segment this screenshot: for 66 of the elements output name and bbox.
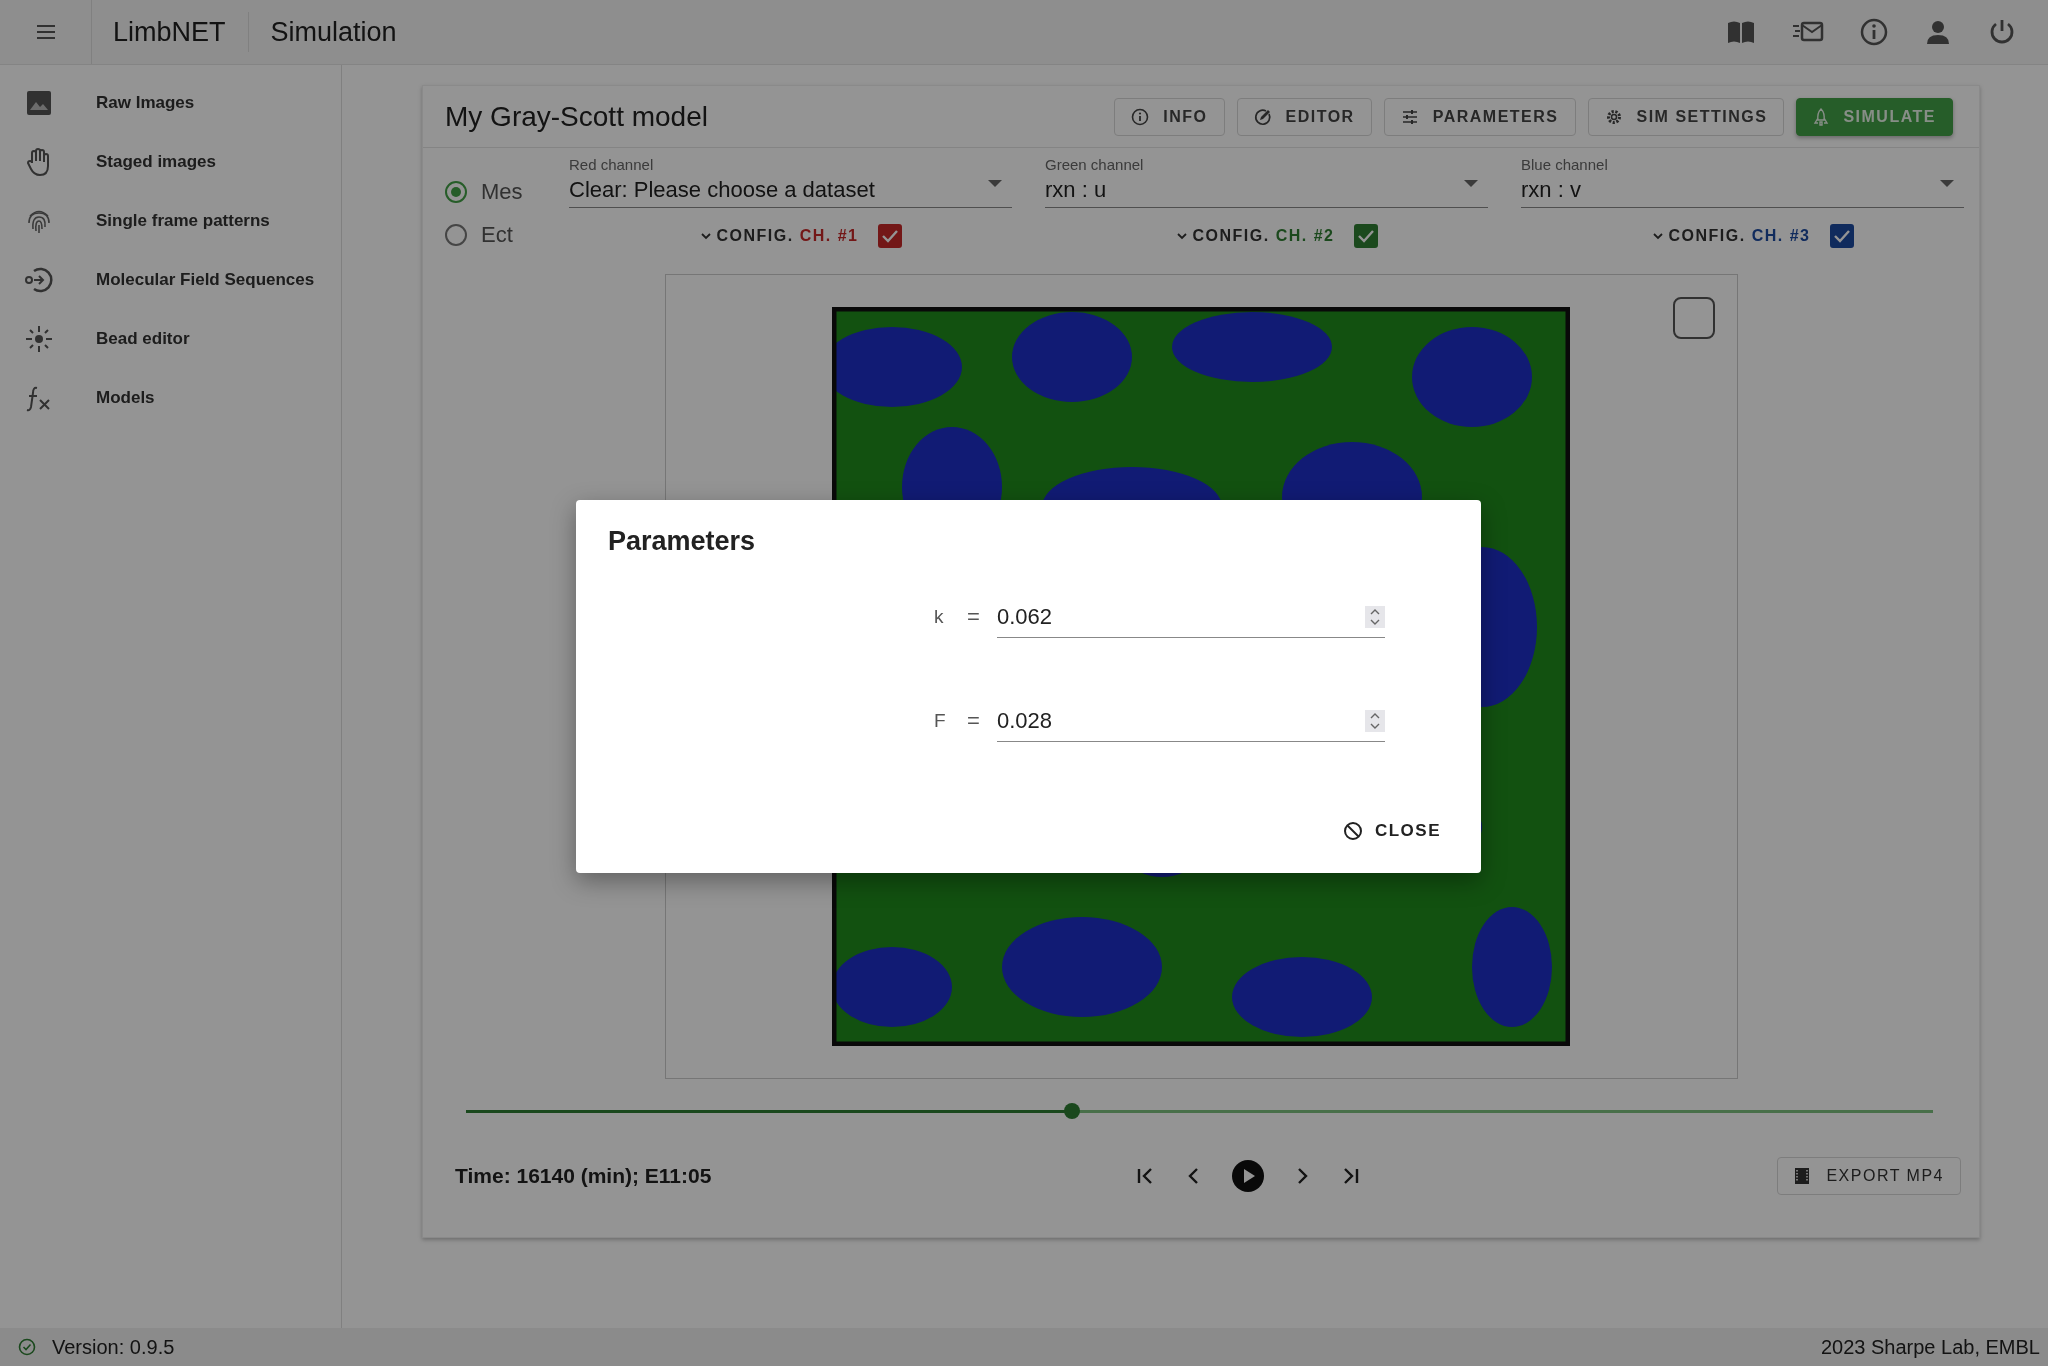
timeline-slider[interactable] <box>466 1103 1933 1119</box>
dropdown-caret-icon <box>988 180 1002 188</box>
dialog-title: Parameters <box>608 526 757 557</box>
sidebar-item[interactable]: Single frame patterns <box>0 191 341 250</box>
chevron-down-icon <box>700 232 711 240</box>
dropdown-caret-icon <box>1464 180 1478 188</box>
sidebar-item[interactable]: Bead editor <box>0 309 341 368</box>
toolbar-button[interactable]: PARAMETERS <box>1383 97 1576 136</box>
sidebar-item[interactable]: Staged images <box>0 132 341 191</box>
checkmark-icon <box>881 229 900 243</box>
check-circle-icon <box>18 1338 36 1356</box>
sidebar-item[interactable]: Raw Images <box>0 73 341 132</box>
parameter-name: k <box>934 606 945 628</box>
rocket-icon <box>1813 107 1830 126</box>
toolbar-button[interactable]: EDITOR <box>1236 97 1372 136</box>
checkmark-icon <box>1833 229 1852 243</box>
toolbar-button[interactable]: INFO <box>1114 97 1225 136</box>
channel-select[interactable]: Blue channel rxn : v <box>1521 148 1964 208</box>
info-icon <box>1131 107 1150 126</box>
spinner-icon[interactable] <box>1365 605 1385 628</box>
model-title: My Gray-Scott model <box>445 100 708 133</box>
parameter-name: F <box>934 710 947 732</box>
user-icon[interactable] <box>1924 18 1952 46</box>
channel-select[interactable]: Red channel Clear: Please choose a dataset <box>569 148 1012 208</box>
number-input[interactable]: 0.062 <box>997 596 1385 638</box>
radio-option[interactable]: Ect <box>445 213 569 256</box>
dropdown-caret-icon <box>1940 180 1954 188</box>
frame-checkbox[interactable] <box>1672 297 1715 339</box>
number-input[interactable]: 0.028 <box>997 700 1385 742</box>
config-toggle[interactable]: CONFIG. CH. #1 <box>694 226 865 246</box>
time-readout: Time: 16140 (min); E11:05 <box>455 1164 713 1188</box>
checkmark-icon <box>1357 229 1376 243</box>
chevron-down-icon <box>1652 232 1663 240</box>
circle-arrow-icon <box>24 265 54 294</box>
sidebar-item[interactable]: Models <box>0 368 341 427</box>
export-button[interactable]: EXPORT MP4 <box>1777 1157 1961 1195</box>
bead-icon <box>24 324 54 353</box>
radio-option[interactable]: Mes <box>445 170 569 213</box>
version-text: Version: 0.9.5 <box>52 1335 175 1359</box>
toolbar-button[interactable]: SIM SETTINGS <box>1587 97 1785 136</box>
book-icon[interactable] <box>1726 19 1756 45</box>
credit-text: 2023 Sharpe Lab, EMBL <box>1820 1335 2040 1359</box>
app-title: LimbNET <box>92 12 249 52</box>
mail-icon[interactable] <box>1792 20 1824 44</box>
channel-checkbox[interactable] <box>1830 224 1855 248</box>
equals-sign: = <box>967 604 981 630</box>
page-title: Simulation <box>269 16 397 48</box>
play-icon[interactable] <box>1231 1159 1265 1193</box>
info-icon[interactable] <box>1860 18 1888 46</box>
cancel-icon <box>1342 821 1363 841</box>
config-toggle[interactable]: CONFIG. CH. #2 <box>1170 226 1341 246</box>
spinner-icon[interactable] <box>1365 709 1385 732</box>
channel-select[interactable]: Green channel rxn : u <box>1045 148 1488 208</box>
sliders-icon <box>1400 107 1419 126</box>
power-icon[interactable] <box>1988 18 2016 46</box>
film-icon <box>1794 1167 1811 1185</box>
close-button[interactable]: CLOSE <box>1334 815 1449 847</box>
chevron-down-icon <box>1176 232 1187 240</box>
sidebar-item[interactable]: Molecular Field Sequences <box>0 250 341 309</box>
channel-checkbox[interactable] <box>1354 224 1379 248</box>
channel-checkbox[interactable] <box>878 224 903 248</box>
equals-sign: = <box>967 708 981 734</box>
edit-icon <box>1253 107 1272 126</box>
settings-icon <box>1604 107 1623 126</box>
image-icon <box>24 89 54 116</box>
config-toggle[interactable]: CONFIG. CH. #3 <box>1646 226 1817 246</box>
